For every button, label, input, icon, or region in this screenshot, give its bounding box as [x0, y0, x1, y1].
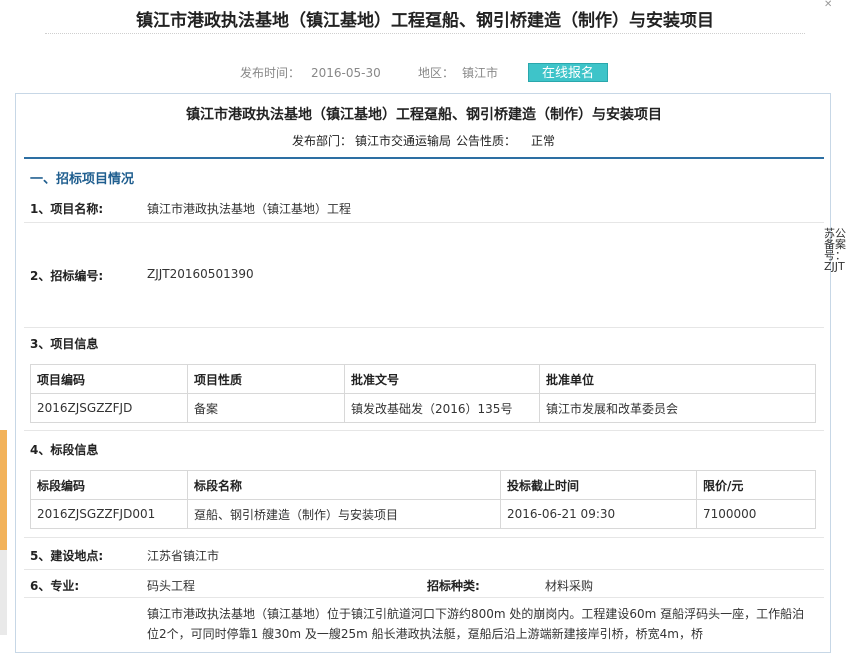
title-divider [45, 33, 805, 34]
table-cell: 备案 [187, 393, 345, 423]
site-value: 江苏省镇江市 [147, 549, 220, 563]
table-cell: 2016-06-21 09:30 [500, 499, 697, 529]
online-signup-button[interactable]: 在线报名 [528, 63, 608, 82]
table-header-cell: 项目性质 [187, 364, 345, 394]
table-header-cell: 批准文号 [344, 364, 540, 394]
project-info-table: 项目编码 项目性质 批准文号 批准单位 2016ZJSGZZFJD 备案 镇发改… [30, 364, 816, 423]
bid-code-value: ZJJT20160501390 [147, 267, 254, 281]
table-header-cell: 项目编码 [30, 364, 188, 394]
region-label: 地区： [418, 66, 455, 80]
section-heading: 一、招标项目情况 [30, 172, 135, 187]
table-cell: 趸船、钢引桥建造（制作）与安装项目 [187, 499, 501, 529]
strip-segment [0, 550, 7, 635]
row-divider [24, 222, 824, 223]
project-name-value: 镇江市港政执法基地（镇江基地）工程 [147, 202, 352, 216]
table-header-row: 项目编码 项目性质 批准文号 批准单位 [30, 364, 816, 394]
table-cell: 镇江市发展和改革委员会 [539, 393, 816, 423]
meta-row: 发布时间： 2016-05-30 地区： 镇江市 [0, 64, 850, 84]
row-divider [24, 430, 824, 431]
dept-value: 镇江市交通运输局 [355, 134, 452, 148]
strip-segment [0, 430, 7, 550]
bid-code-label: 2、招标编号: [30, 269, 104, 283]
dept-label: 发布部门： [292, 134, 353, 148]
left-window-strip [0, 0, 7, 635]
side-note: 苏公备案号：ZJJT [824, 227, 846, 273]
table-header-cell: 限价/元 [696, 470, 816, 500]
row-divider [24, 537, 824, 538]
table-header-cell: 批准单位 [539, 364, 816, 394]
bid-kind-label: 招标种类: [427, 579, 480, 593]
table-cell: 7100000 [696, 499, 816, 529]
notice-panel: 镇江市港政执法基地（镇江基地）工程趸船、钢引桥建造（制作）与安装项目 发布部门：… [15, 93, 831, 653]
publish-label: 发布时间： [240, 66, 301, 80]
bid-kind-value: 材料采购 [545, 579, 594, 593]
site-label: 5、建设地点: [30, 549, 104, 563]
panel-divider [24, 157, 824, 159]
table-cell: 2016ZJSGZZFJD [30, 393, 188, 423]
row-divider [24, 597, 824, 598]
project-description: 镇江市港政执法基地（镇江基地）位于镇江引航道河口下游约800m 处的崩岗内。工程… [147, 607, 805, 641]
nature-value: 正常 [531, 134, 556, 148]
table-header-cell: 标段编码 [30, 470, 188, 500]
table-header-cell: 标段名称 [187, 470, 501, 500]
panel-title: 镇江市港政执法基地（镇江基地）工程趸船、钢引桥建造（制作）与安装项目 [186, 107, 662, 123]
table-header-cell: 投标截止时间 [500, 470, 697, 500]
table-header-row: 标段编码 标段名称 投标截止时间 限价/元 [30, 470, 816, 500]
region-value: 镇江市 [462, 66, 499, 80]
row-divider [24, 569, 824, 570]
major-label: 6、专业: [30, 579, 80, 593]
major-value: 码头工程 [147, 579, 196, 593]
project-info-label: 3、项目信息 [30, 337, 99, 351]
publish-date: 2016-05-30 [311, 66, 381, 80]
table-cell: 镇发改基础发（2016）135号 [344, 393, 540, 423]
section-info-table: 标段编码 标段名称 投标截止时间 限价/元 2016ZJSGZZFJD001 趸… [30, 470, 816, 529]
nature-label: 公告性质： [456, 134, 517, 148]
page-title: 镇江市港政执法基地（镇江基地）工程趸船、钢引桥建造（制作）与安装项目 [136, 11, 714, 31]
table-row: 2016ZJSGZZFJD 备案 镇发改基础发（2016）135号 镇江市发展和… [30, 393, 816, 423]
section-info-label: 4、标段信息 [30, 443, 99, 457]
table-cell: 2016ZJSGZZFJD001 [30, 499, 188, 529]
row-divider [24, 327, 824, 328]
project-name-label: 1、项目名称: [30, 202, 104, 216]
table-row: 2016ZJSGZZFJD001 趸船、钢引桥建造（制作）与安装项目 2016-… [30, 499, 816, 529]
